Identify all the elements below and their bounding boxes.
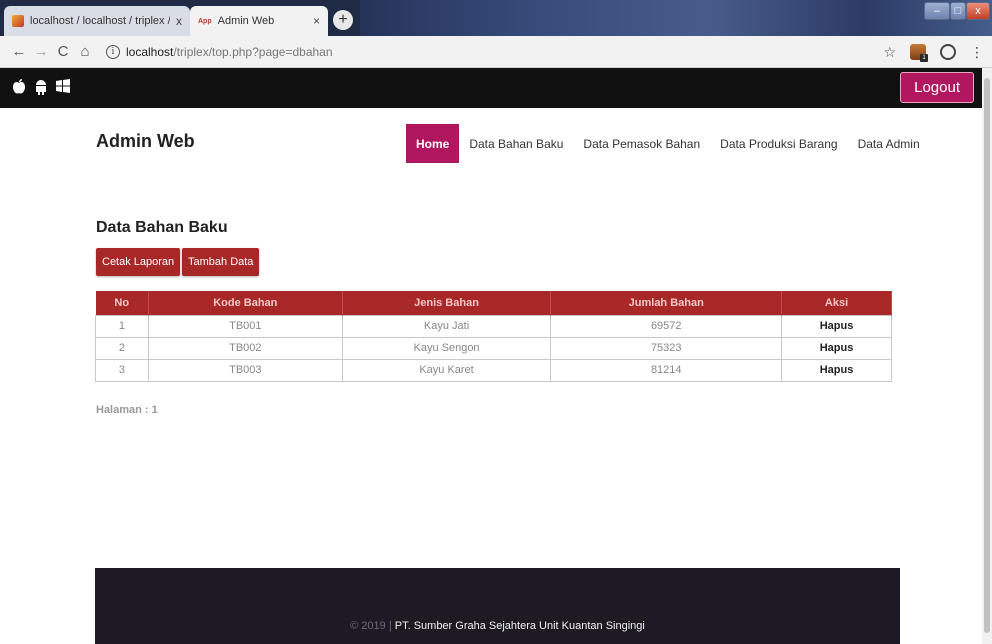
delete-link[interactable]: Hapus <box>781 314 892 338</box>
table-row: 2 TB002 Kayu Sengon 75323 Hapus <box>95 336 892 360</box>
tab-title: Admin Web <box>217 15 275 27</box>
maximize-button[interactable]: □ <box>950 2 966 20</box>
column-header-kode-bahan: Kode Bahan <box>148 291 343 315</box>
browser-tab-phpmyadmin[interactable]: localhost / localhost / triplex / p x <box>4 6 190 36</box>
scrollbar-thumb[interactable] <box>984 78 990 633</box>
browser-toolbar-right: ☆ 1 ⋮ <box>883 36 984 68</box>
add-data-button[interactable]: Tambah Data <box>182 248 260 276</box>
page-scrollbar[interactable] <box>982 68 992 644</box>
logout-button[interactable]: Logout <box>900 72 974 103</box>
windows-icon <box>56 79 70 93</box>
cell-no: 3 <box>95 358 149 382</box>
bookmark-star-icon[interactable]: ☆ <box>883 44 896 61</box>
footer: © 2019 | PT. Sumber Graha Sejahtera Unit… <box>95 568 900 644</box>
cell-kode-bahan: TB001 <box>147 314 343 338</box>
back-icon[interactable]: ← <box>8 43 30 60</box>
cell-no: 2 <box>95 336 149 360</box>
delete-link[interactable]: Hapus <box>781 358 892 382</box>
nav-data-bahan-baku[interactable]: Data Bahan Baku <box>459 124 573 163</box>
materials-table: No Kode Bahan Jenis Bahan Jumlah Bahan A… <box>95 291 892 382</box>
cell-kode-bahan: TB002 <box>147 336 343 360</box>
cell-jumlah-bahan: 81214 <box>550 358 783 382</box>
column-header-aksi: Aksi <box>781 291 892 315</box>
page-title: Data Bahan Baku <box>96 219 228 236</box>
cell-jenis-bahan: Kayu Karet <box>341 358 552 382</box>
column-header-no: No <box>95 291 149 315</box>
app-icon: App <box>198 17 212 25</box>
nav-data-produksi-barang[interactable]: Data Produksi Barang <box>710 124 847 163</box>
extension-icon[interactable]: 1 <box>910 44 928 62</box>
footer-company: PT. Sumber Graha Sejahtera Unit Kuantan … <box>394 620 645 632</box>
delete-link[interactable]: Hapus <box>781 336 892 360</box>
browser-tab-strip: localhost / localhost / triplex / p x Ap… <box>0 0 992 36</box>
print-report-button[interactable]: Cetak Laporan <box>96 248 181 276</box>
os-icons <box>12 79 70 95</box>
browser-toolbar: ← → C ⌂ i localhost/triplex/top.php?page… <box>0 36 992 68</box>
column-header-jenis-bahan: Jenis Bahan <box>342 291 552 315</box>
phpmyadmin-icon <box>12 15 24 27</box>
nav-data-admin[interactable]: Data Admin <box>848 124 930 163</box>
menu-icon[interactable]: ⋮ <box>970 44 984 61</box>
column-header-jumlah-bahan: Jumlah Bahan <box>550 291 783 315</box>
close-window-button[interactable]: x <box>966 2 990 20</box>
cell-jumlah-bahan: 75323 <box>550 336 783 360</box>
footer-text: © 2019 | PT. Sumber Graha Sejahtera Unit… <box>95 620 900 632</box>
tab-close-icon[interactable]: x <box>176 14 182 28</box>
nav-data-pemasok-bahan[interactable]: Data Pemasok Bahan <box>573 124 710 163</box>
home-icon[interactable]: ⌂ <box>74 43 96 60</box>
url-host: localhost <box>126 44 174 59</box>
cell-jenis-bahan: Kayu Jati <box>341 314 552 338</box>
nav-home[interactable]: Home <box>406 124 460 163</box>
cell-jumlah-bahan: 69572 <box>550 314 783 338</box>
tab-close-icon[interactable]: × <box>313 14 320 28</box>
footer-copyright: © 2019 | <box>350 620 395 632</box>
minimize-button[interactable]: – <box>924 2 950 20</box>
brand-title[interactable]: Admin Web <box>96 131 195 152</box>
pagination-info: Halaman : 1 <box>96 404 158 416</box>
main-nav: Home Data Bahan Baku Data Pemasok Bahan … <box>406 124 930 163</box>
apple-icon <box>13 79 25 94</box>
window-title-background <box>360 0 992 36</box>
table-header-row: No Kode Bahan Jenis Bahan Jumlah Bahan A… <box>95 291 892 315</box>
new-tab-button[interactable]: + <box>333 10 353 30</box>
cell-jenis-bahan: Kayu Sengon <box>341 336 552 360</box>
table-row: 3 TB003 Kayu Karet 81214 Hapus <box>95 358 892 382</box>
browser-tab-admin-web[interactable]: App Admin Web × <box>190 6 328 36</box>
android-icon <box>36 80 46 95</box>
forward-icon[interactable]: → <box>30 43 52 60</box>
cell-kode-bahan: TB003 <box>147 358 343 382</box>
top-bar: Logout <box>0 68 982 108</box>
table-row: 1 TB001 Kayu Jati 69572 Hapus <box>95 314 892 338</box>
profile-icon[interactable] <box>940 44 956 60</box>
tab-title: localhost / localhost / triplex / p <box>30 15 170 27</box>
info-icon[interactable]: i <box>106 44 120 59</box>
cell-no: 1 <box>95 314 149 338</box>
address-bar[interactable]: i localhost/triplex/top.php?page=dbahan <box>106 44 333 59</box>
url-path: /triplex/top.php?page=dbahan <box>173 44 333 59</box>
reload-icon[interactable]: C <box>52 43 74 60</box>
